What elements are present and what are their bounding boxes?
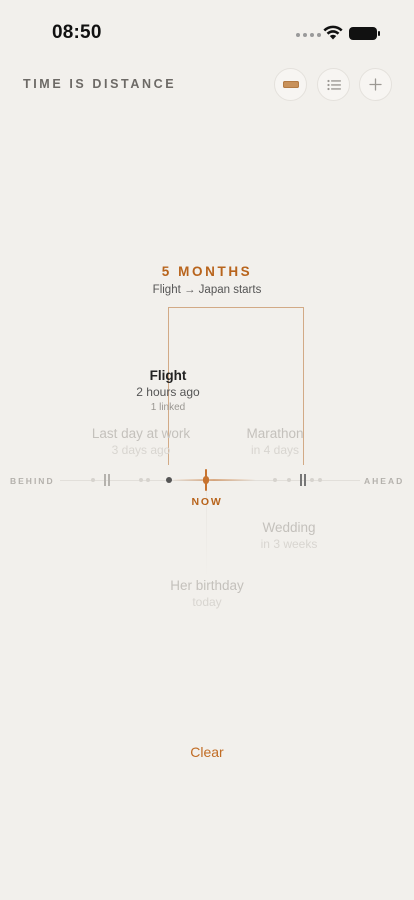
- plus-icon: [369, 78, 382, 91]
- event-title: Marathon: [246, 426, 304, 441]
- timeline-dot[interactable]: [287, 478, 291, 482]
- event-title: Her birthday: [170, 578, 244, 593]
- timeline-tick[interactable]: [304, 474, 306, 486]
- event-time: in 4 days: [250, 443, 300, 457]
- timeline-dot[interactable]: [139, 478, 143, 482]
- timeline-tick[interactable]: [104, 474, 106, 486]
- behind-label: BEHIND: [10, 476, 55, 486]
- timeline-tick[interactable]: [300, 474, 302, 486]
- add-button[interactable]: [359, 68, 392, 101]
- wifi-icon: [323, 25, 343, 40]
- now-label: NOW: [191, 496, 223, 508]
- list-button[interactable]: [317, 68, 350, 101]
- timeline-dot[interactable]: [146, 478, 150, 482]
- event-marathon[interactable]: Marathon in 4 days: [195, 426, 355, 457]
- timeline-dot[interactable]: [318, 478, 322, 482]
- app-title: TIME IS DISTANCE: [23, 77, 177, 91]
- event-time: in 3 weeks: [260, 537, 318, 551]
- timeline-dot[interactable]: [273, 478, 277, 482]
- now-glow: [172, 479, 256, 481]
- interval-duration: 5 MONTHS: [161, 264, 253, 279]
- event-wedding[interactable]: Wedding in 3 weeks: [209, 520, 369, 551]
- timeline-dot[interactable]: [91, 478, 95, 482]
- event-title: Flight: [149, 368, 187, 383]
- now-marker: [203, 469, 209, 491]
- event-time: 2 hours ago: [136, 385, 200, 399]
- event-her-birthday[interactable]: Her birthday today: [127, 578, 287, 609]
- interval-description: Flight → Japan starts: [152, 284, 262, 296]
- list-icon: [326, 79, 341, 90]
- event-time: today: [192, 595, 222, 609]
- cellular-dots-icon: [296, 33, 321, 37]
- event-title: Wedding: [262, 520, 316, 535]
- now-guide-line: [206, 480, 207, 580]
- timeline-tick[interactable]: [108, 474, 110, 486]
- ruler-icon: [282, 81, 299, 88]
- timeline-dot[interactable]: [310, 478, 314, 482]
- event-flight[interactable]: Flight 2 hours ago 1 linked: [88, 368, 248, 413]
- status-bar: 08:50: [0, 0, 414, 60]
- battery-icon: [349, 27, 380, 40]
- clear-button[interactable]: Clear: [157, 744, 257, 760]
- ahead-label: AHEAD: [364, 476, 405, 486]
- status-time: 08:50: [52, 22, 102, 43]
- event-linked-count: 1 linked: [150, 402, 186, 413]
- ruler-button[interactable]: [274, 68, 307, 101]
